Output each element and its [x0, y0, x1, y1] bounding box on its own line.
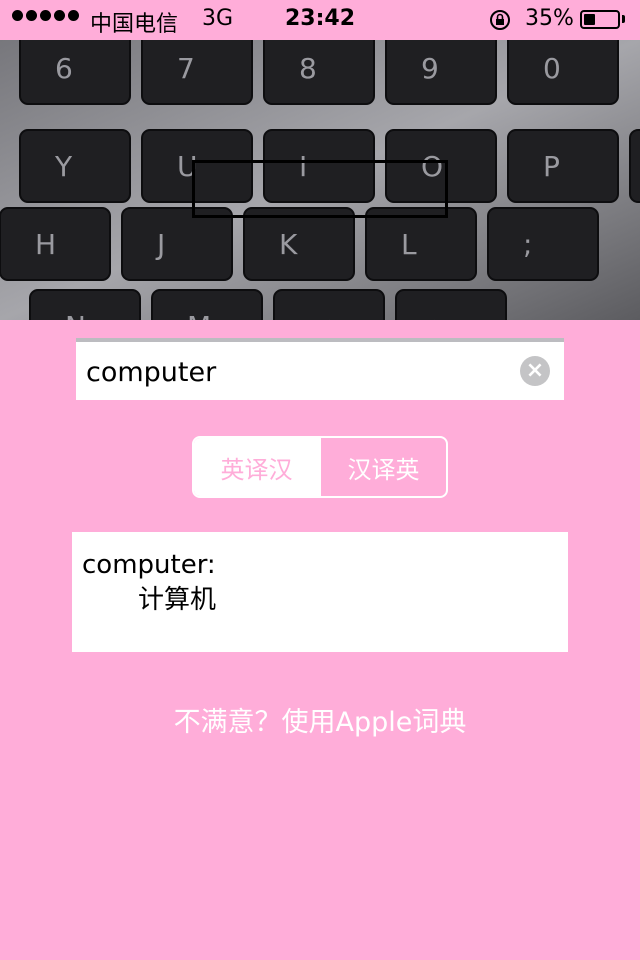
keyboard-key-label: 7: [177, 52, 195, 85]
segment-en-to-zh[interactable]: 英译汉: [194, 438, 319, 496]
keyboard-key-label: H: [35, 228, 56, 261]
keyboard-key: P: [507, 129, 619, 203]
keyboard-key-label: ;: [523, 228, 532, 261]
keyboard-key: M: [151, 289, 263, 320]
camera-preview[interactable]: 67890YUIOP[HJKL;NM<>: [0, 40, 640, 320]
keyboard-key-label: 9: [421, 52, 439, 85]
keyboard-key-label: N: [65, 310, 86, 320]
keyboard-key: ;: [487, 207, 599, 281]
result-word: computer:: [82, 550, 216, 580]
apple-dictionary-link[interactable]: 不满意？使用Apple词典: [0, 700, 640, 739]
keyboard-key-label: K: [279, 228, 298, 261]
keyboard-key: N: [29, 289, 141, 320]
keyboard-key-label: <: [309, 310, 332, 320]
keyboard-key-label: 8: [299, 52, 317, 85]
keyboard-key: >: [395, 289, 507, 320]
keyboard-key-label: 0: [543, 52, 561, 85]
keyboard-key-label: L: [401, 228, 417, 261]
scan-frame: [192, 160, 448, 218]
battery-fill: [584, 14, 595, 25]
translate-direction-segment[interactable]: 英译汉 汉译英: [192, 436, 448, 498]
keyboard-key-label: J: [155, 228, 165, 261]
search-field[interactable]: ×: [76, 338, 564, 400]
keyboard-key: 0: [507, 40, 619, 105]
orientation-lock-icon: [489, 9, 511, 37]
keyboard-key: 6: [19, 40, 131, 105]
segment-zh-to-en[interactable]: 汉译英: [319, 438, 446, 496]
keyboard-key: <: [273, 289, 385, 320]
keyboard-key: 7: [141, 40, 253, 105]
keyboard-key-label: M: [187, 310, 211, 320]
keyboard-key-label: 6: [55, 52, 73, 85]
translation-result: computer: 计算机: [72, 532, 568, 652]
status-bar: 中国电信 3G 23:42 35%: [0, 0, 640, 40]
battery-cap: [622, 15, 625, 23]
battery-percent: 35%: [525, 6, 574, 31]
keyboard-key: L: [365, 207, 477, 281]
keyboard-key: J: [121, 207, 233, 281]
search-input[interactable]: [86, 350, 506, 394]
keyboard-key: 9: [385, 40, 497, 105]
keyboard-key-label: Y: [54, 150, 73, 183]
keyboard-key: K: [243, 207, 355, 281]
clear-icon[interactable]: ×: [520, 356, 550, 386]
battery-icon: [580, 10, 620, 29]
result-meaning: 计算机: [138, 585, 217, 615]
keyboard-key-label: P: [543, 150, 560, 183]
keyboard-key: Y: [19, 129, 131, 203]
keyboard-key: H: [0, 207, 111, 281]
keyboard-key: 8: [263, 40, 375, 105]
keyboard-key: [: [629, 129, 640, 203]
keyboard-key-label: >: [431, 310, 454, 320]
